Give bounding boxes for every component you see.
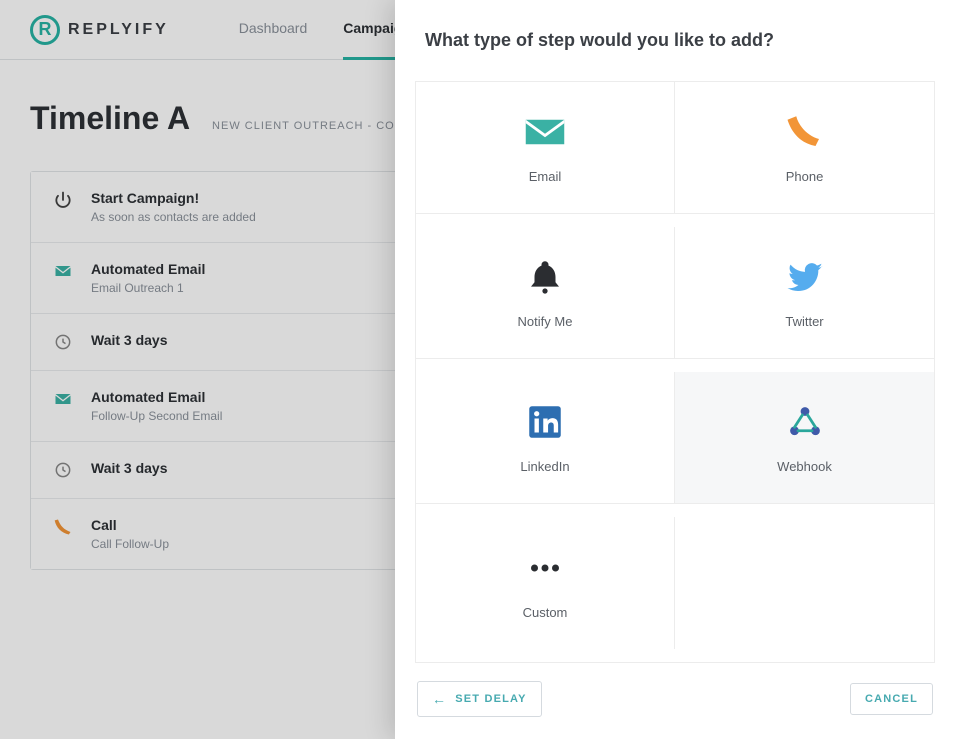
webhook-icon [784,401,826,443]
twitter-icon [784,256,826,298]
step-option-email[interactable]: Email [416,82,675,214]
step-option-label: Custom [523,605,568,620]
cancel-label: CANCEL [865,693,918,705]
step-option-label: Phone [786,169,824,184]
step-option-notify[interactable]: Notify Me [416,227,675,359]
step-option-webhook[interactable]: Webhook [675,372,934,504]
timeline-row-title: Start Campaign! [91,190,256,206]
mail-icon [53,389,73,409]
linkedin-icon [524,401,566,443]
brand-logo: R REPLYIFY [30,15,169,45]
cancel-button[interactable]: CANCEL [850,683,933,715]
add-step-modal: What type of step would you like to add?… [395,0,955,739]
nav-tab-dashboard[interactable]: Dashboard [239,0,308,60]
timeline-row-sub: Call Follow-Up [91,537,169,551]
timeline-row-sub: Email Outreach 1 [91,281,205,295]
page-title: Timeline A [30,100,190,137]
arrow-left-icon: ← [432,691,447,707]
brand-logo-mark: R [30,15,60,45]
step-option-empty [675,517,934,649]
step-option-linkedin[interactable]: LinkedIn [416,372,675,504]
mail-icon [524,111,566,153]
timeline-row-title: Wait 3 days [91,332,168,348]
timeline-row-sub: Follow-Up Second Email [91,409,222,423]
phone-icon [784,111,826,153]
step-option-phone[interactable]: Phone [675,82,934,214]
bell-icon [524,256,566,298]
step-option-label: Twitter [785,314,823,329]
step-option-custom[interactable]: Custom [416,517,675,649]
timeline-row-sub: As soon as contacts are added [91,210,256,224]
step-option-label: LinkedIn [520,459,569,474]
power-icon [53,190,73,210]
step-option-label: Email [529,169,562,184]
timeline-row-title: Wait 3 days [91,460,168,476]
mail-icon [53,261,73,281]
ellipsis-icon [524,547,566,589]
phone-icon [53,517,73,537]
clock-icon [53,460,73,480]
nav-tabs: Dashboard Campaigns [239,0,419,60]
timeline-row-title: Automated Email [91,261,205,277]
modal-title: What type of step would you like to add? [395,0,955,61]
brand-name: REPLYIFY [68,21,169,39]
modal-footer: ← SET DELAY CANCEL [395,663,955,739]
step-option-twitter[interactable]: Twitter [675,227,934,359]
step-type-grid: Email Phone Notify Me [415,81,935,663]
clock-icon [53,332,73,352]
step-option-label: Webhook [777,459,832,474]
set-delay-button[interactable]: ← SET DELAY [417,681,542,717]
timeline-row-title: Automated Email [91,389,222,405]
timeline-row-title: Call [91,517,169,533]
set-delay-label: SET DELAY [455,693,527,705]
step-option-label: Notify Me [518,314,573,329]
